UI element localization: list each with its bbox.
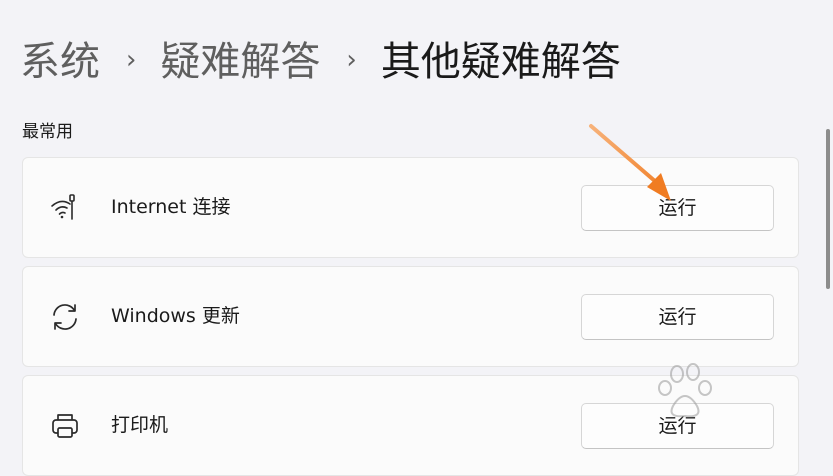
run-button-internet[interactable]: 运行 (581, 185, 774, 231)
wifi-icon (49, 192, 81, 224)
breadcrumb: 系统 › 疑难解答 › 其他疑难解答 (20, 32, 621, 92)
breadcrumb-item-system[interactable]: 系统 (20, 32, 100, 92)
troubleshooter-label: 打印机 (111, 414, 169, 436)
troubleshooter-label: Internet 连接 (111, 196, 231, 218)
section-title: 最常用 (22, 122, 73, 142)
scrollbar-thumb[interactable] (826, 129, 830, 289)
troubleshooter-card-printer: 打印机 运行 (22, 375, 799, 476)
troubleshooter-card-internet: Internet 连接 运行 (22, 157, 799, 258)
run-button-windows-update[interactable]: 运行 (581, 294, 774, 340)
breadcrumb-separator: › (126, 45, 137, 75)
troubleshooter-label: Windows 更新 (111, 305, 240, 327)
page-title: 其他疑难解答 (380, 39, 621, 85)
breadcrumb-separator: › (346, 45, 357, 75)
run-button-printer[interactable]: 运行 (581, 403, 774, 449)
sync-icon (49, 301, 81, 333)
breadcrumb-item-troubleshoot[interactable]: 疑难解答 (160, 32, 320, 92)
troubleshooter-card-windows-update: Windows 更新 运行 (22, 266, 799, 367)
printer-icon (49, 410, 81, 442)
